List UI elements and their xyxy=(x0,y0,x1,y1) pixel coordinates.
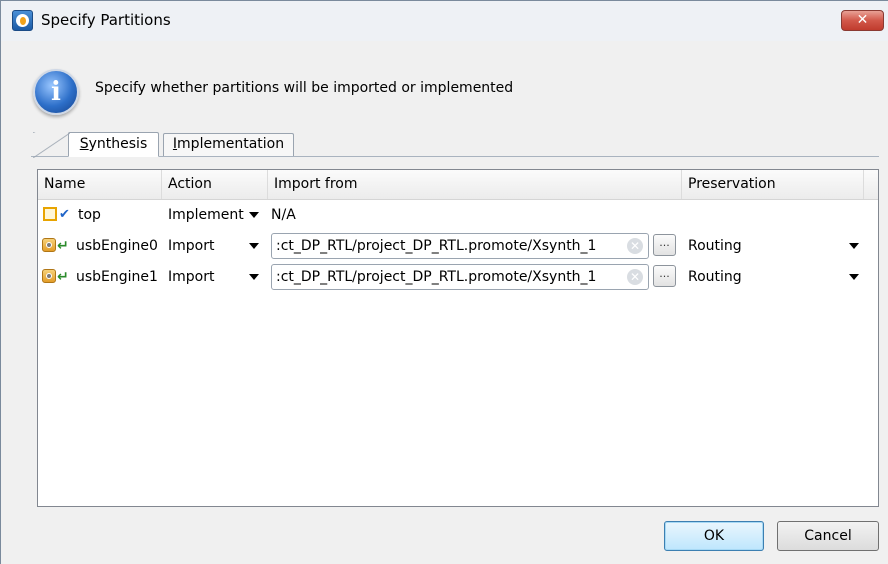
clear-icon[interactable]: ✕ xyxy=(627,269,643,285)
import-path-value: :ct_DP_RTL/project_DP_RTL.promote/Xsynth… xyxy=(276,269,597,285)
info-icon: i xyxy=(33,69,79,115)
action-dropdown-arrow-icon[interactable] xyxy=(249,212,259,218)
preservation-dropdown-arrow-icon[interactable] xyxy=(849,274,859,280)
ok-button[interactable]: OK xyxy=(664,521,764,551)
row-action[interactable]: Import xyxy=(168,231,244,261)
gear-partition-icon xyxy=(42,238,56,252)
preservation-dropdown-arrow-icon[interactable] xyxy=(849,243,859,249)
partitions-table: Name Action Import from Preservation ✔ t… xyxy=(37,169,879,507)
action-dropdown-arrow-icon[interactable] xyxy=(249,274,259,280)
row-action[interactable]: Import xyxy=(168,262,244,292)
table-row[interactable]: ↵ usbEngine0 Import :ct_DP_RTL/project_D… xyxy=(38,231,878,261)
row-import-from: N/A xyxy=(271,207,296,223)
app-icon xyxy=(12,10,33,31)
column-header-action[interactable]: Action xyxy=(162,170,268,199)
tab-synthesis[interactable]: Synthesis xyxy=(33,132,159,158)
row-preservation xyxy=(688,200,838,230)
info-message: Specify whether partitions will be impor… xyxy=(95,80,514,96)
column-header-preservation[interactable]: Preservation xyxy=(682,170,864,199)
partition-icon xyxy=(43,207,57,221)
import-arrow-icon: ↵ xyxy=(57,269,69,285)
row-action[interactable]: Implement xyxy=(168,200,244,230)
row-name: usbEngine1 xyxy=(76,269,158,285)
tab-implementation[interactable]: Implementation xyxy=(163,133,294,156)
column-header-name[interactable]: Name xyxy=(38,170,162,199)
specify-partitions-dialog: Specify Partitions ✕ i Specify whether p… xyxy=(0,0,888,564)
browse-button[interactable]: ... xyxy=(653,265,676,287)
import-path-input[interactable]: :ct_DP_RTL/project_DP_RTL.promote/Xsynth… xyxy=(271,264,649,290)
chevron-down-icon: ✔ xyxy=(59,207,70,222)
title-bar: Specify Partitions ✕ xyxy=(1,1,888,41)
cancel-button[interactable]: Cancel xyxy=(777,521,879,551)
table-row[interactable]: ↵ usbEngine1 Import :ct_DP_RTL/project_D… xyxy=(38,262,878,292)
table-header: Name Action Import from Preservation xyxy=(38,170,878,200)
window-title: Specify Partitions xyxy=(41,11,171,29)
row-name: top xyxy=(78,207,101,223)
clear-icon[interactable]: ✕ xyxy=(627,238,643,254)
action-dropdown-arrow-icon[interactable] xyxy=(249,243,259,249)
import-arrow-icon: ↵ xyxy=(57,238,69,254)
table-row[interactable]: ✔ top Implement N/A xyxy=(38,200,878,230)
column-header-import-from[interactable]: Import from xyxy=(268,170,682,199)
row-name: usbEngine0 xyxy=(76,238,158,254)
gear-partition-icon xyxy=(42,269,56,283)
import-path-input[interactable]: :ct_DP_RTL/project_DP_RTL.promote/Xsynth… xyxy=(271,233,649,259)
row-preservation[interactable]: Routing xyxy=(688,231,838,261)
close-button[interactable]: ✕ xyxy=(841,10,884,31)
import-path-value: :ct_DP_RTL/project_DP_RTL.promote/Xsynth… xyxy=(276,238,597,254)
row-preservation[interactable]: Routing xyxy=(688,262,838,292)
browse-button[interactable]: ... xyxy=(653,234,676,256)
